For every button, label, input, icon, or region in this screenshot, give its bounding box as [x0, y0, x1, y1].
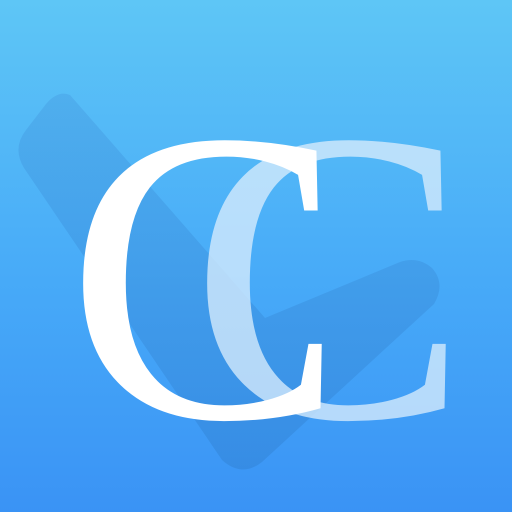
- app-icon: C C: [0, 0, 512, 512]
- letter-c-front: C: [66, 46, 345, 508]
